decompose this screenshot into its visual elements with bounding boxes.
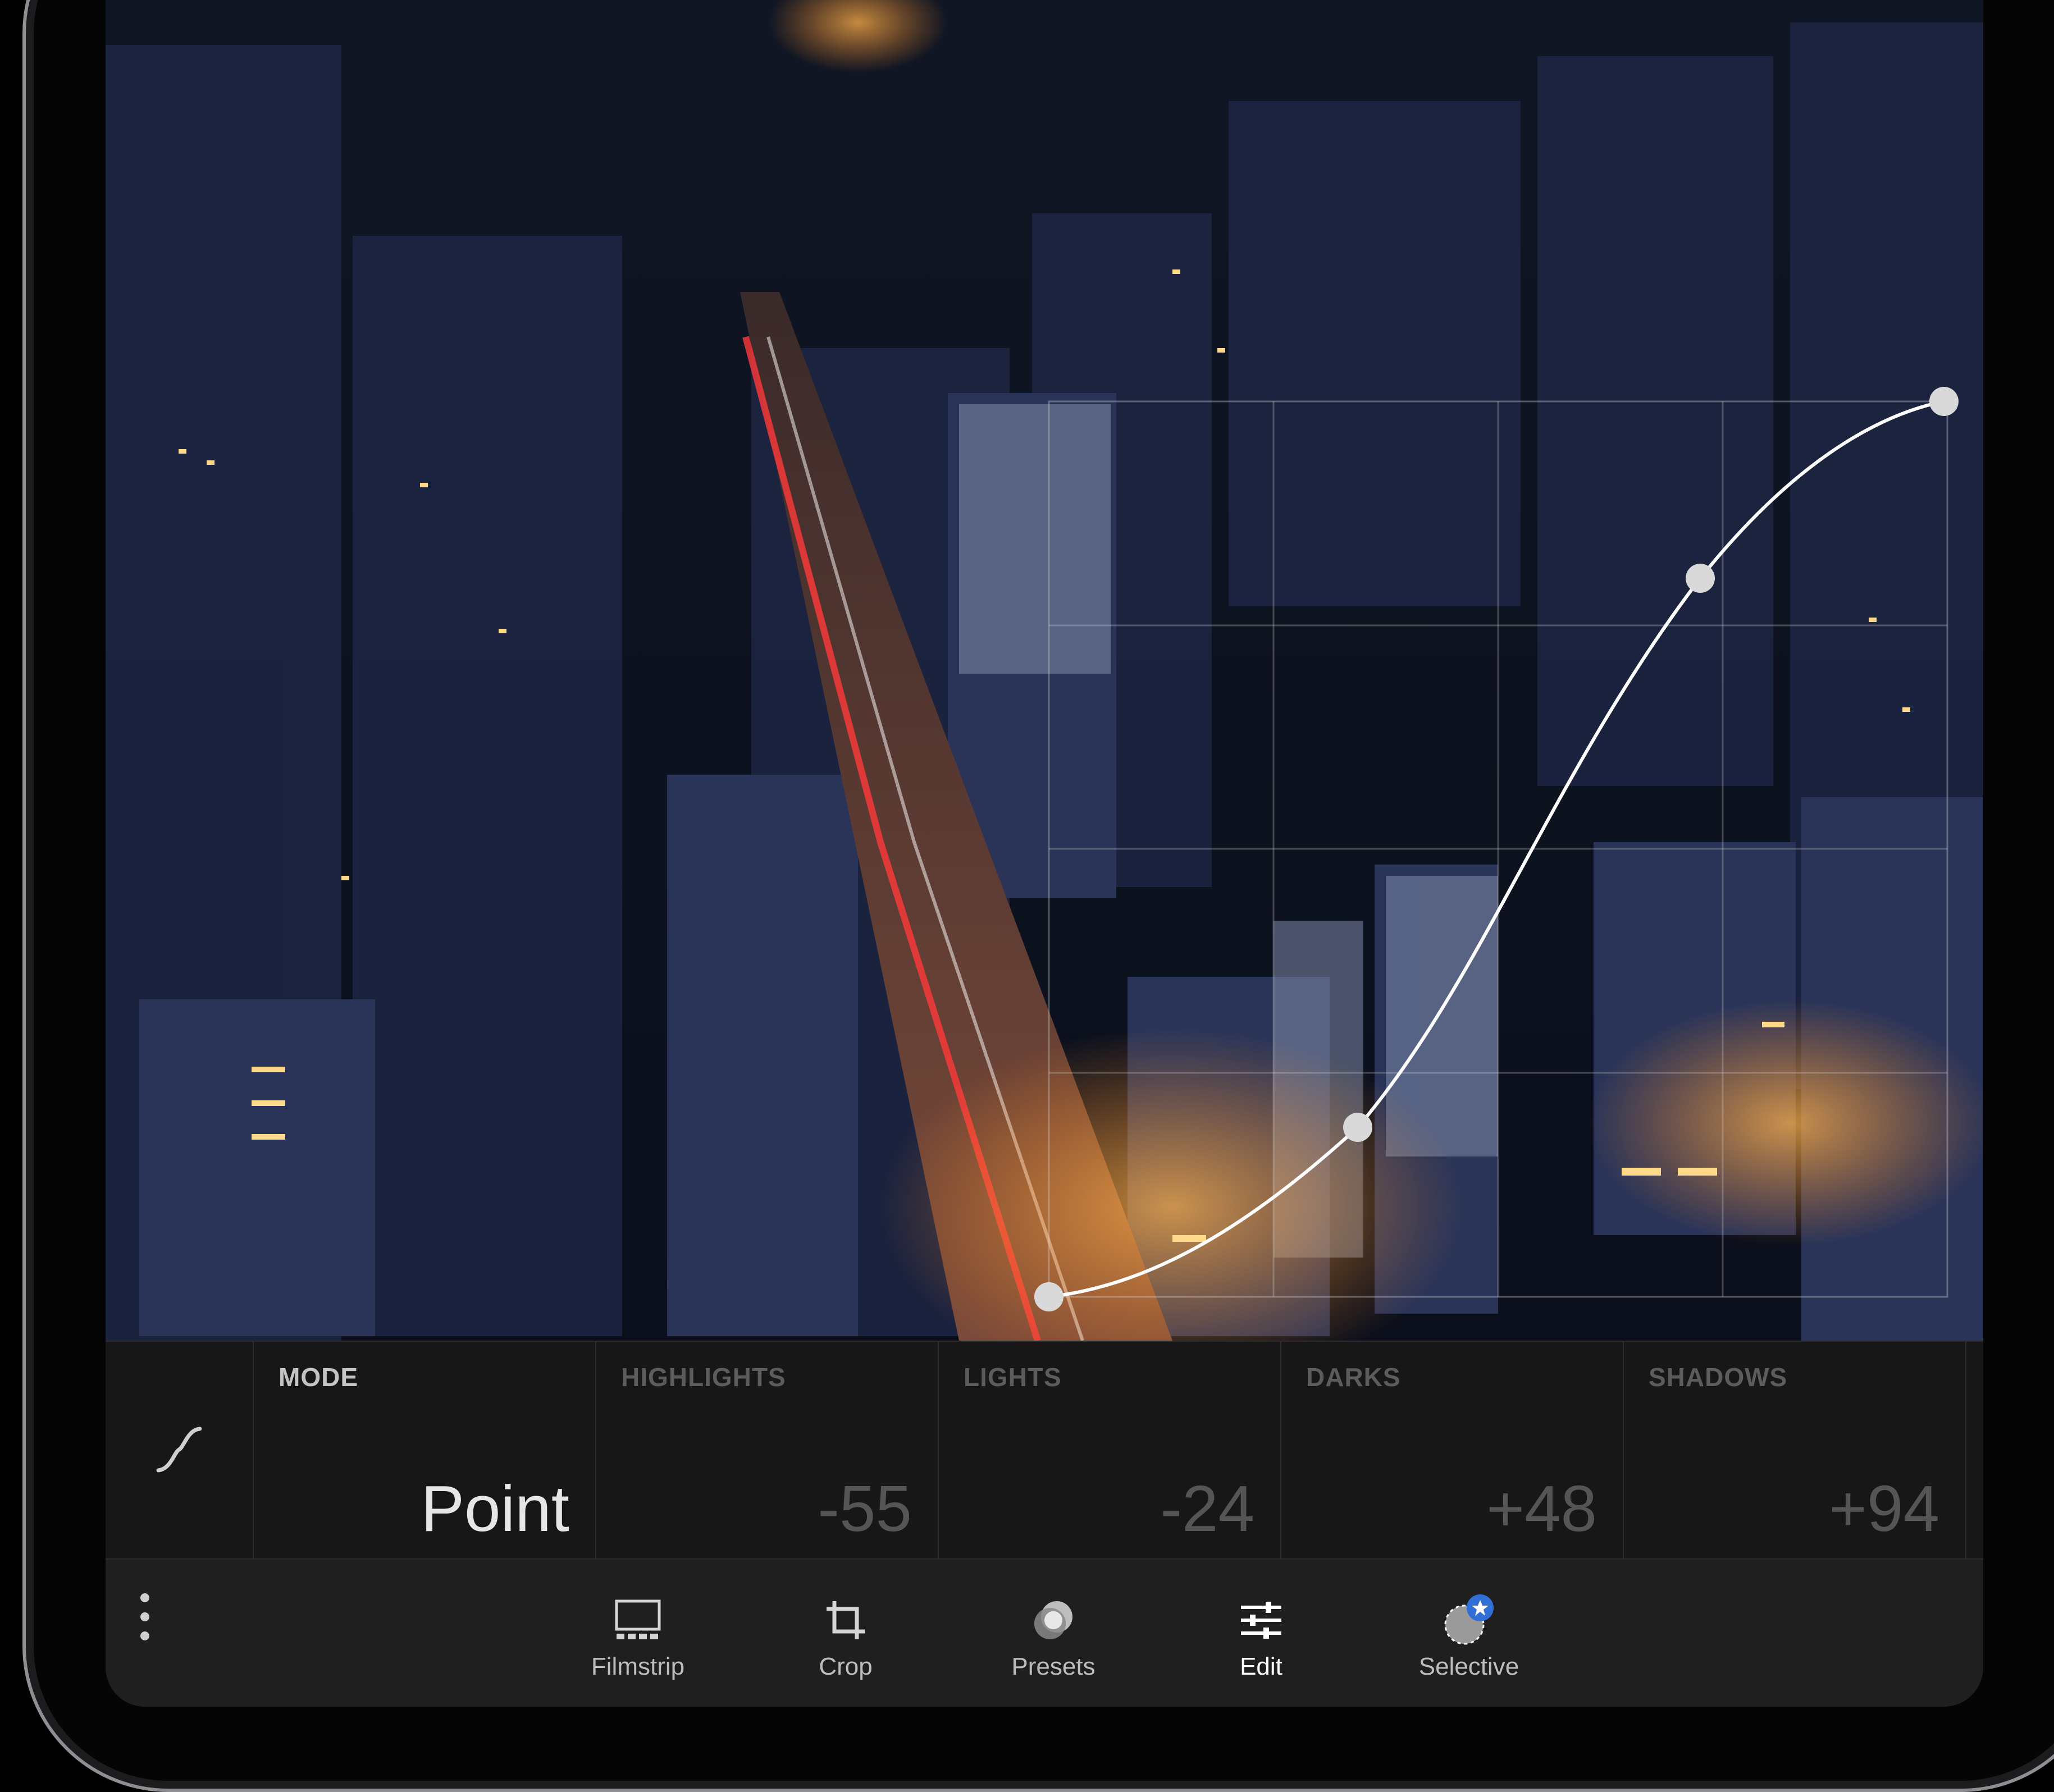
mode-value: Point: [421, 1472, 569, 1545]
mode-control[interactable]: MODE Point: [254, 1342, 596, 1560]
presets-button[interactable]: Presets: [969, 1592, 1138, 1681]
highlights-value: -55: [818, 1472, 912, 1545]
tone-curve-panel: MODE Point HIGHLIGHTS -55 LIGHTS -24 DAR…: [106, 1341, 1983, 1560]
photo-canvas[interactable]: [106, 0, 1983, 1341]
photo-illustration: [106, 0, 1983, 1341]
sliders-icon: [1177, 1592, 1345, 1648]
darks-label: DARKS: [1306, 1363, 1401, 1392]
edit-label: Edit: [1240, 1653, 1282, 1680]
more-options-button[interactable]: [134, 1593, 156, 1655]
selective-button[interactable]: Selective: [1385, 1592, 1553, 1681]
shadows-value: +94: [1829, 1472, 1939, 1545]
lights-value: -24: [1160, 1472, 1254, 1545]
darks-control[interactable]: DARKS +48: [1281, 1342, 1624, 1560]
filmstrip-icon: [554, 1592, 722, 1648]
tone-curve-toggle[interactable]: [106, 1342, 254, 1560]
highlights-control[interactable]: HIGHLIGHTS -55: [596, 1342, 939, 1560]
presets-icon: [969, 1592, 1138, 1648]
lights-label: LIGHTS: [964, 1363, 1062, 1392]
darks-value: +48: [1486, 1472, 1597, 1545]
mode-label: MODE: [279, 1363, 358, 1392]
selective-label: Selective: [1418, 1653, 1519, 1680]
shadows-label: SHADOWS: [1649, 1363, 1788, 1392]
filmstrip-label: Filmstrip: [591, 1653, 685, 1680]
more-vertical-icon: [140, 1593, 149, 1602]
lights-control[interactable]: LIGHTS -24: [939, 1342, 1281, 1560]
edit-button[interactable]: Edit: [1177, 1592, 1345, 1681]
crop-label: Crop: [819, 1653, 873, 1680]
crop-icon: [761, 1592, 930, 1648]
app-screen: MODE Point HIGHLIGHTS -55 LIGHTS -24 DAR…: [106, 0, 1983, 1707]
highlights-label: HIGHLIGHTS: [621, 1363, 786, 1392]
bottom-toolbar: Filmstrip Crop Presets Edit Selective: [106, 1558, 1983, 1707]
selective-icon: [1385, 1592, 1553, 1648]
presets-label: Presets: [1011, 1653, 1096, 1680]
tone-curve-icon: [154, 1424, 204, 1478]
filmstrip-button[interactable]: Filmstrip: [554, 1592, 722, 1681]
crop-button[interactable]: Crop: [761, 1592, 930, 1681]
shadows-control[interactable]: SHADOWS +94: [1624, 1342, 1966, 1560]
